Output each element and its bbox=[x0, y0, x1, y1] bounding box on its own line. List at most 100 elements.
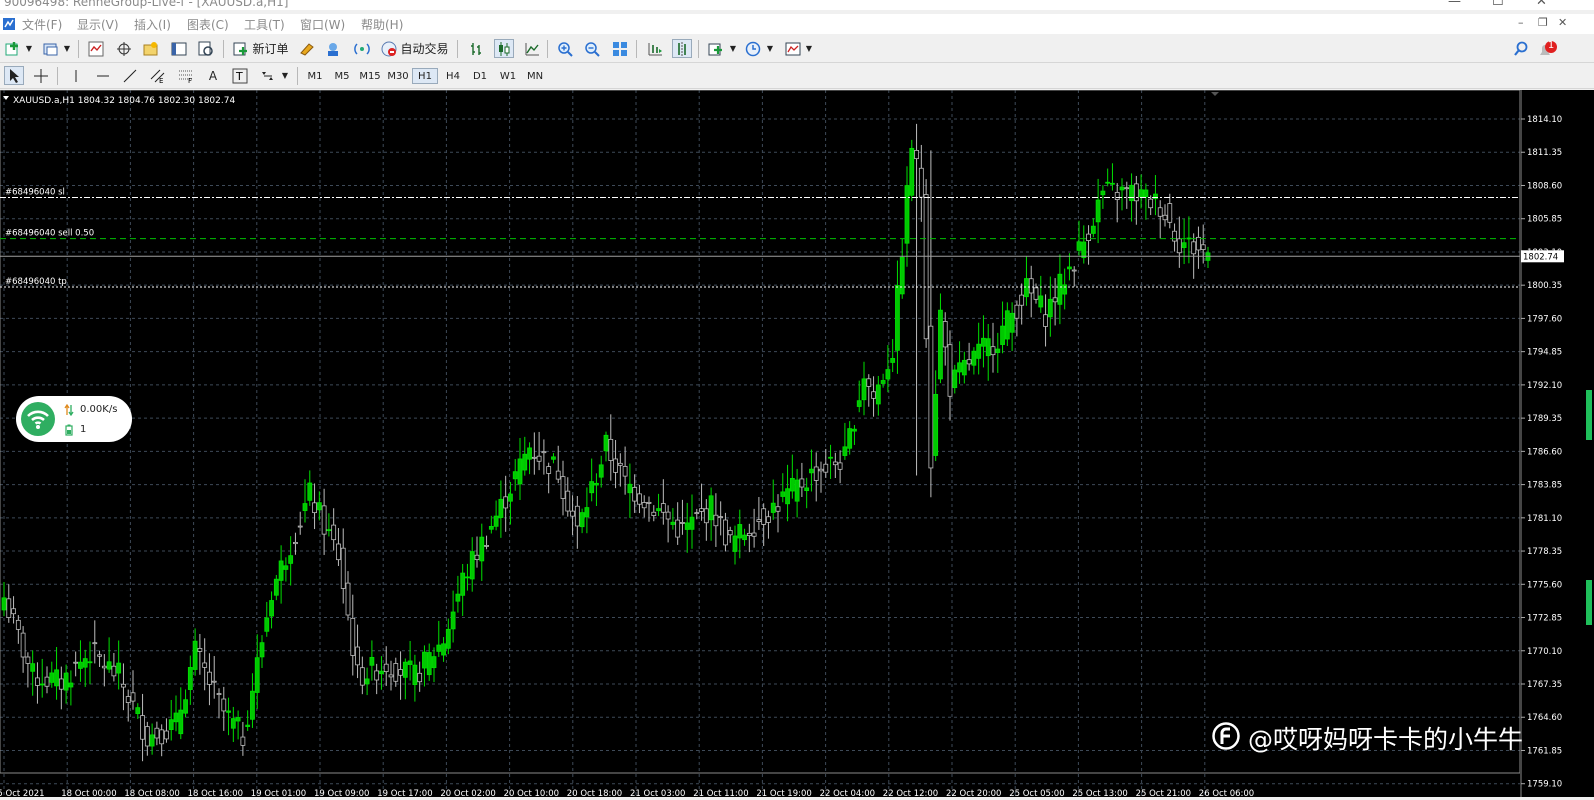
child-close-icon[interactable]: ✕ bbox=[1558, 16, 1567, 29]
auto-scroll-icon[interactable] bbox=[645, 39, 665, 58]
templates-icon[interactable] bbox=[783, 39, 803, 58]
candle-bull bbox=[1076, 241, 1082, 251]
menu-insert[interactable]: 插入(I) bbox=[134, 16, 171, 33]
standard-toolbar: ▼ ▼ 新订单 自动交易 ▼ ▼ ▼ 1 bbox=[0, 36, 1594, 63]
fibonacci-icon[interactable]: F bbox=[176, 66, 196, 85]
price-chart[interactable]: #68496040 sl #68496040 sell 0.50 #68496040… bbox=[0, 89, 1594, 799]
candle-bear bbox=[723, 519, 728, 546]
timeframe-w1[interactable]: W1 bbox=[495, 68, 521, 84]
account-icon[interactable] bbox=[323, 39, 343, 58]
notifications-icon[interactable]: 1 bbox=[1537, 39, 1557, 58]
periods-dropdown-icon[interactable]: ▼ bbox=[765, 39, 775, 58]
order-line-label: #68496040 sell 0.50 bbox=[5, 229, 94, 239]
time-tick-label: 20 Oct 10:00 bbox=[504, 789, 559, 797]
chart-grid bbox=[0, 89, 1521, 797]
menu-file[interactable]: 文件(F) bbox=[22, 16, 62, 33]
timeframe-m30[interactable]: M30 bbox=[385, 68, 411, 84]
zoom-in-icon[interactable] bbox=[555, 39, 575, 58]
chart-shift-marker-icon[interactable] bbox=[1211, 92, 1219, 96]
candle-bear bbox=[398, 669, 403, 676]
profiles-icon[interactable] bbox=[41, 39, 61, 58]
menu-help[interactable]: 帮助(H) bbox=[361, 16, 403, 33]
zoom-out-icon[interactable] bbox=[582, 39, 602, 58]
text-icon[interactable]: A bbox=[203, 66, 223, 85]
candlestick-chart-icon[interactable] bbox=[494, 39, 514, 58]
candle-bear bbox=[680, 522, 685, 524]
strategy-tester-icon[interactable] bbox=[196, 39, 216, 58]
candle-bear bbox=[641, 502, 647, 509]
new-chart-icon[interactable] bbox=[3, 39, 23, 58]
signals-icon[interactable] bbox=[352, 39, 372, 58]
time-tick-label: 21 Oct 19:00 bbox=[756, 789, 811, 797]
candle-bear bbox=[928, 325, 934, 469]
timeframe-h1[interactable]: H1 bbox=[412, 68, 438, 84]
timeframe-h4[interactable]: H4 bbox=[440, 68, 466, 84]
candle-bear bbox=[474, 554, 480, 560]
candle-bull bbox=[551, 456, 556, 460]
network-speed-widget[interactable]: 0.00K/s 1 bbox=[16, 396, 132, 442]
order-lines[interactable]: #68496040 sl #68496040 sell 0.50 #68496040… bbox=[0, 188, 1520, 288]
crosshair-icon[interactable] bbox=[31, 66, 51, 85]
timeframe-m15[interactable]: M15 bbox=[357, 68, 383, 84]
candle-bear bbox=[637, 493, 642, 505]
chart-window[interactable]: #68496040 sl #68496040 sell 0.50 #68496040… bbox=[0, 89, 1594, 799]
child-minimize-icon[interactable]: – bbox=[1518, 16, 1524, 29]
indicators-icon[interactable] bbox=[706, 39, 726, 58]
menu-tools[interactable]: 工具(T) bbox=[244, 16, 285, 33]
bar-chart-icon[interactable] bbox=[467, 39, 487, 58]
time-tick-label: 18 Oct 08:00 bbox=[124, 789, 179, 797]
new-order-button[interactable]: 新订单 bbox=[231, 39, 291, 58]
search-icon[interactable] bbox=[1511, 39, 1531, 58]
timeframe-m5[interactable]: M5 bbox=[329, 68, 355, 84]
scroll-indicator[interactable] bbox=[1586, 390, 1592, 440]
candle-bear bbox=[164, 730, 169, 740]
equidistant-channel-icon[interactable]: E bbox=[148, 66, 168, 85]
cursor-icon[interactable] bbox=[4, 66, 24, 85]
child-restore-icon[interactable]: ❐ bbox=[1538, 16, 1548, 29]
vertical-line-icon[interactable] bbox=[66, 66, 86, 85]
timeframe-mn[interactable]: MN bbox=[522, 68, 548, 84]
candle-bull bbox=[1009, 312, 1015, 333]
app-icon[interactable] bbox=[2, 17, 16, 31]
scroll-indicator[interactable] bbox=[1586, 580, 1592, 625]
candle-bull bbox=[39, 683, 45, 686]
menu-window[interactable]: 窗口(W) bbox=[300, 16, 345, 33]
tile-windows-icon[interactable] bbox=[610, 39, 630, 58]
trendline-icon[interactable] bbox=[120, 66, 140, 85]
time-tick-label: 25 Oct 05:00 bbox=[1009, 789, 1064, 797]
templates-dropdown-icon[interactable]: ▼ bbox=[804, 39, 814, 58]
arrows-dropdown-icon[interactable]: ▼ bbox=[280, 66, 290, 85]
market-watch-icon[interactable] bbox=[86, 39, 106, 58]
minimize-icon[interactable]: — bbox=[1448, 0, 1461, 9]
profiles-dropdown-icon[interactable]: ▼ bbox=[62, 39, 72, 58]
line-chart-icon[interactable] bbox=[522, 39, 542, 58]
candle-bull bbox=[656, 508, 661, 512]
candle-bear bbox=[197, 648, 203, 652]
candle-bear bbox=[746, 532, 752, 537]
indicators-dropdown-icon[interactable]: ▼ bbox=[728, 39, 738, 58]
new-chart-dropdown-icon[interactable]: ▼ bbox=[24, 39, 34, 58]
candle-bull bbox=[259, 642, 265, 658]
menu-view[interactable]: 显示(V) bbox=[77, 16, 119, 33]
auto-trading-button[interactable]: 自动交易 bbox=[379, 39, 451, 58]
candle-bear bbox=[1148, 198, 1154, 209]
candle-bull bbox=[1105, 181, 1111, 184]
text-label-icon[interactable]: T bbox=[230, 66, 250, 85]
price-tick-label: 1805.85 bbox=[1527, 215, 1562, 225]
chart-shift-icon[interactable] bbox=[672, 39, 692, 58]
timeframe-m1[interactable]: M1 bbox=[302, 68, 328, 84]
candle-bull bbox=[670, 521, 676, 525]
periods-clock-icon[interactable] bbox=[743, 39, 763, 58]
menu-charts[interactable]: 图表(C) bbox=[187, 16, 229, 33]
horizontal-line-icon[interactable] bbox=[93, 66, 113, 85]
data-window-icon[interactable] bbox=[114, 39, 134, 58]
maximize-icon[interactable]: ☐ bbox=[1492, 0, 1504, 9]
arrows-icon[interactable] bbox=[258, 66, 278, 85]
timeframe-d1[interactable]: D1 bbox=[467, 68, 493, 84]
candle-bull bbox=[488, 525, 494, 530]
window-titlebar: 90096498: RenheGroup-Live-f - [XAUUSD.a,… bbox=[0, 0, 1594, 10]
terminal-icon[interactable] bbox=[169, 39, 189, 58]
navigator-icon[interactable] bbox=[141, 39, 161, 58]
close-icon[interactable]: ✕ bbox=[1536, 0, 1547, 9]
metaeditor-icon[interactable] bbox=[297, 39, 317, 58]
